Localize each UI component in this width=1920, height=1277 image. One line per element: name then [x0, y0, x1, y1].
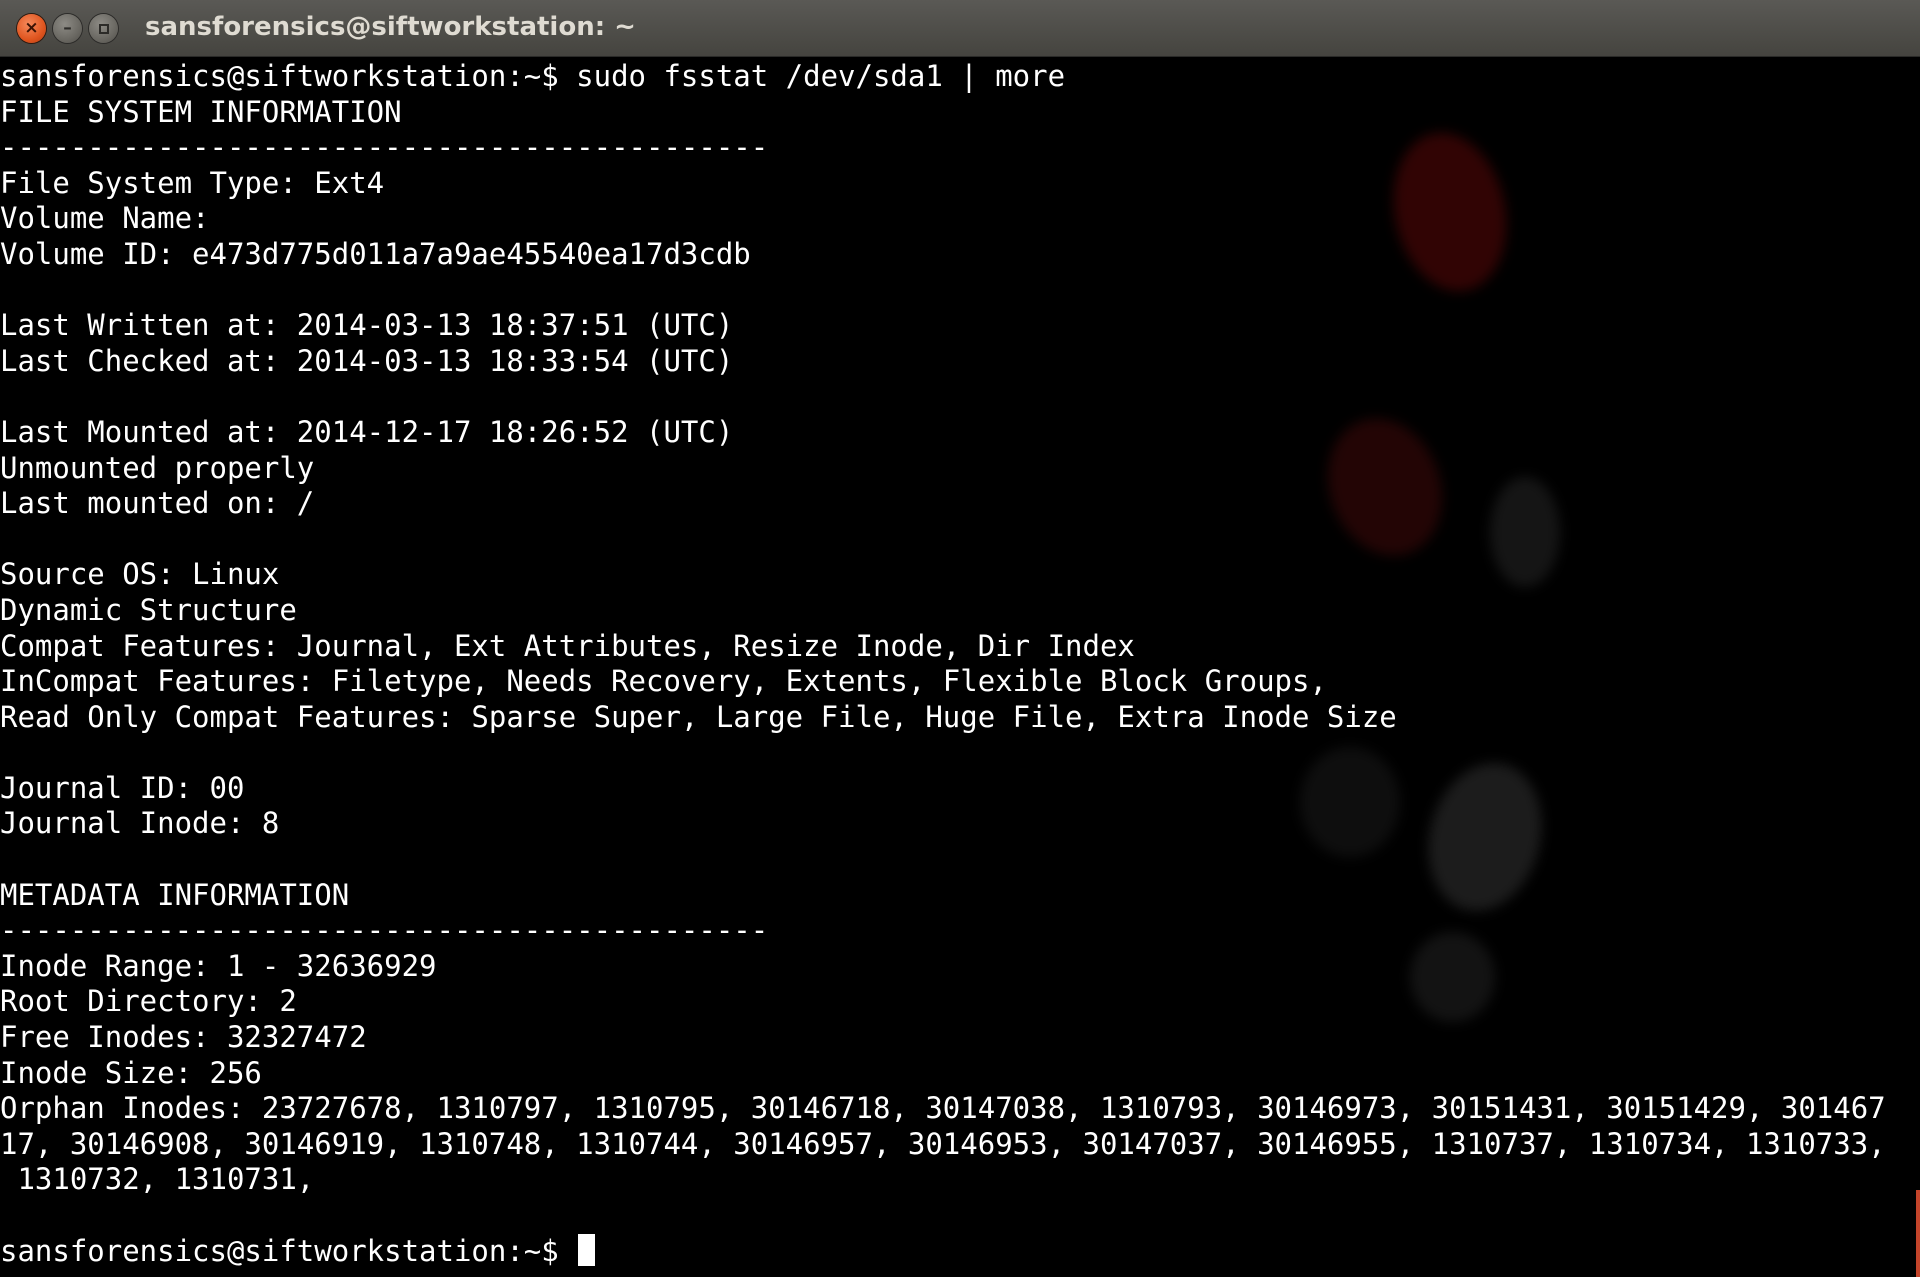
terminal-line: ----------------------------------------…	[0, 913, 769, 948]
terminal-line: Volume ID: e473d775d011a7a9ae45540ea17d3…	[0, 236, 751, 271]
terminal-text: sansforensics@siftworkstation:~$ sudo fs…	[0, 59, 1886, 1269]
terminal-line: Inode Size: 256	[0, 1055, 262, 1090]
terminal-line: 17, 30146908, 30146919, 1310748, 1310744…	[0, 1126, 1886, 1161]
shell-prompt: sansforensics@siftworkstation:~$	[0, 1233, 577, 1268]
terminal-line: METADATA INFORMATION	[0, 877, 350, 912]
title-bar[interactable]: × – sansforensics@siftworkstation: ~	[0, 0, 1920, 57]
terminal-line: InCompat Features: Filetype, Needs Recov…	[0, 664, 1327, 699]
terminal-line: Last Written at: 2014-03-13 18:37:51 (UT…	[0, 308, 734, 343]
terminal-line: ----------------------------------------…	[0, 130, 769, 165]
terminal-line: 1310732, 1310731,	[0, 1162, 315, 1197]
terminal-line: Inode Range: 1 - 32636929	[0, 948, 437, 983]
minimize-button[interactable]: –	[53, 14, 82, 43]
terminal-line: Source OS: Linux	[0, 557, 280, 592]
terminal-line: Journal Inode: 8	[0, 806, 280, 841]
terminal-line: Last Mounted at: 2014-12-17 18:26:52 (UT…	[0, 414, 734, 449]
terminal-line: sansforensics@siftworkstation:~$ sudo fs…	[0, 59, 1066, 93]
maximize-button[interactable]	[89, 14, 118, 43]
minimize-icon: –	[63, 18, 72, 38]
terminal-line: Compat Features: Journal, Ext Attributes…	[0, 628, 1135, 663]
terminal-line: File System Type: Ext4	[0, 165, 385, 200]
terminal-line: Orphan Inodes: 23727678, 1310797, 131079…	[0, 1091, 1886, 1126]
text-cursor	[578, 1233, 596, 1266]
terminal-line: Read Only Compat Features: Sparse Super,…	[0, 699, 1397, 734]
terminal-line: Last mounted on: /	[0, 486, 315, 521]
prompt-line[interactable]: sansforensics@siftworkstation:~$	[0, 1233, 1886, 1270]
terminal-line: Root Directory: 2	[0, 984, 297, 1019]
terminal-line: Last Checked at: 2014-03-13 18:33:54 (UT…	[0, 343, 734, 378]
desktop-edge-decoration	[1916, 1190, 1920, 1277]
terminal-line: Dynamic Structure	[0, 592, 297, 627]
terminal-output-area[interactable]: sansforensics@siftworkstation:~$ sudo fs…	[0, 57, 1920, 1277]
close-button[interactable]: ×	[17, 14, 46, 43]
terminal-line: FILE SYSTEM INFORMATION	[0, 94, 402, 129]
close-icon: ×	[24, 18, 39, 38]
terminal-line: Unmounted properly	[0, 450, 315, 485]
terminal-line: Journal ID: 00	[0, 770, 245, 805]
terminal-window: × – sansforensics@siftworkstation: ~ san…	[0, 0, 1920, 1277]
maximize-icon	[98, 23, 109, 34]
window-title: sansforensics@siftworkstation: ~	[145, 12, 636, 42]
terminal-line: Volume Name:	[0, 201, 210, 236]
terminal-line: Free Inodes: 32327472	[0, 1020, 367, 1055]
